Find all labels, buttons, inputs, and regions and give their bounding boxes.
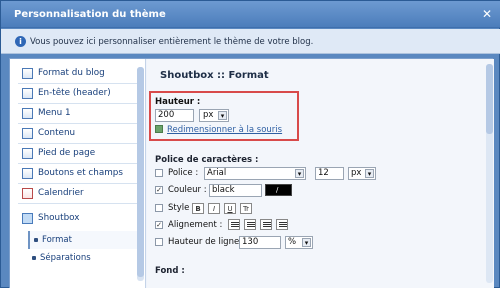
sidebar-item-label: Contenu — [38, 128, 76, 138]
sidebar-subitem-separations[interactable]: Séparations — [28, 249, 138, 267]
align-justify-button[interactable] — [276, 219, 288, 230]
sidebar-item-label: En-tête (header) — [38, 88, 111, 98]
police-label: Police : — [168, 168, 199, 178]
police-value: Arial — [207, 168, 227, 178]
sidebar-item-shoutbox[interactable]: Shoutbox — [18, 209, 138, 229]
sidebar-item-format-du-blog[interactable]: Format du blog — [18, 64, 138, 84]
content-icon — [22, 128, 33, 139]
menu-icon — [22, 108, 33, 119]
height-unit-select[interactable]: px ▾ — [199, 109, 229, 122]
buttons-icon — [22, 168, 33, 179]
calendar-icon — [22, 188, 33, 199]
header-icon — [22, 88, 33, 99]
align-left-icon — [231, 222, 239, 223]
sidebar-item-label: Boutons et champs — [38, 168, 123, 178]
line-height-unit-value: % — [288, 237, 297, 247]
sidebar-item-pied-de-page[interactable]: Pied de page — [18, 144, 138, 164]
info-icon: i — [15, 36, 26, 47]
sidebar-item-label: Format du blog — [38, 68, 105, 78]
chat-bubble-icon — [22, 213, 33, 224]
font-size-unit-value: px — [351, 168, 362, 178]
police-checkbox[interactable] — [155, 169, 163, 177]
small-caps-button[interactable]: Tr — [240, 203, 252, 214]
align-right-button[interactable] — [260, 219, 272, 230]
content-scrollbar-thumb[interactable] — [486, 64, 493, 134]
align-center-icon — [247, 222, 255, 223]
font-section-label: Police de caractères : — [155, 155, 259, 165]
italic-button[interactable]: I — [208, 203, 220, 214]
resize-link[interactable]: Redimensionner à la souris — [167, 125, 282, 135]
sidebar-scrollbar-thumb[interactable] — [137, 67, 144, 277]
sidebar-item-boutons-et-champs[interactable]: Boutons et champs — [18, 164, 138, 184]
title-bar: Personnalisation du thème ✕ — [1, 1, 500, 28]
sidebar-item-menu-1[interactable]: Menu 1 — [18, 104, 138, 124]
sidebar-item-label: Shoutbox — [38, 213, 80, 223]
chevron-down-icon: ▾ — [218, 111, 227, 120]
sidebar-item-label: Pied de page — [38, 148, 96, 158]
style-checkbox[interactable] — [155, 204, 163, 212]
info-bar: i Vous pouvez ici personnaliser entièrem… — [1, 29, 500, 54]
font-size-unit-select[interactable]: px ▾ — [348, 167, 376, 180]
sidebar-item-label: Menu 1 — [38, 108, 71, 118]
line-height-input[interactable]: 130 — [239, 236, 281, 249]
style-row: Style : B I U Tr — [155, 202, 315, 216]
align-center-button[interactable] — [244, 219, 256, 230]
layout-icon — [22, 68, 33, 79]
align-row: ✓ Alignement : — [155, 219, 315, 233]
sidebar-item-label: Calendrier — [38, 188, 84, 198]
police-row: Police : Arial ▾ 12 px ▾ — [155, 167, 415, 181]
line-height-row: Hauteur de ligne 130 % ▾ — [155, 236, 335, 250]
content-pane: Shoutbox :: Format Hauteur : 200 px ▾ Re… — [147, 59, 494, 288]
align-left-button[interactable] — [228, 219, 240, 230]
underline-button[interactable]: U — [224, 203, 236, 214]
color-label: Couleur : — [168, 185, 207, 195]
color-row: ✓ Couleur : black / — [155, 184, 315, 198]
line-height-checkbox[interactable] — [155, 238, 163, 246]
police-select[interactable]: Arial ▾ — [204, 167, 306, 180]
align-justify-icon — [279, 222, 287, 223]
info-text: Vous pouvez ici personnaliser entièremen… — [30, 37, 314, 47]
sidebar-item-en-tete[interactable]: En-tête (header) — [18, 84, 138, 104]
chevron-down-icon: ▾ — [302, 238, 311, 247]
sidebar-subitem-label: Format — [42, 235, 72, 245]
dialog-title: Personnalisation du thème — [14, 9, 166, 20]
line-height-unit-select[interactable]: % ▾ — [285, 236, 313, 249]
color-swatch[interactable]: / — [265, 184, 292, 196]
sidebar: Format du blog En-tête (header) Menu 1 C… — [10, 59, 146, 288]
align-right-icon — [263, 222, 271, 223]
color-input[interactable]: black — [209, 184, 262, 197]
bullet-icon — [32, 256, 36, 260]
footer-icon — [22, 148, 33, 159]
theme-dialog: Personnalisation du thème ✕ i Vous pouve… — [0, 0, 500, 288]
fond-section-label: Fond : — [155, 266, 185, 276]
align-label: Alignement : — [168, 220, 223, 230]
bullet-icon — [34, 238, 38, 242]
close-button[interactable]: ✕ — [481, 8, 493, 20]
main-panel: Format du blog En-tête (header) Menu 1 C… — [9, 58, 494, 288]
page-title: Shoutbox :: Format — [160, 70, 269, 81]
bold-button[interactable]: B — [192, 203, 204, 214]
chevron-down-icon: ▾ — [295, 169, 304, 178]
height-input[interactable]: 200 — [155, 109, 194, 122]
sidebar-subitem-format[interactable]: Format — [28, 231, 138, 249]
font-size-input[interactable]: 12 — [315, 167, 344, 180]
style-label: Style : — [168, 203, 195, 213]
height-unit-value: px — [203, 110, 214, 120]
sidebar-item-calendrier[interactable]: Calendrier — [18, 184, 138, 204]
sidebar-subitem-label: Séparations — [40, 253, 91, 263]
chevron-down-icon: ▾ — [365, 169, 374, 178]
sidebar-item-contenu[interactable]: Contenu — [18, 124, 138, 144]
resize-icon — [155, 125, 163, 133]
align-checkbox[interactable]: ✓ — [155, 221, 163, 229]
line-height-label: Hauteur de ligne — [168, 237, 240, 247]
pencil-icon: / — [276, 186, 279, 194]
color-checkbox[interactable]: ✓ — [155, 186, 163, 194]
height-label: Hauteur : — [155, 97, 201, 107]
